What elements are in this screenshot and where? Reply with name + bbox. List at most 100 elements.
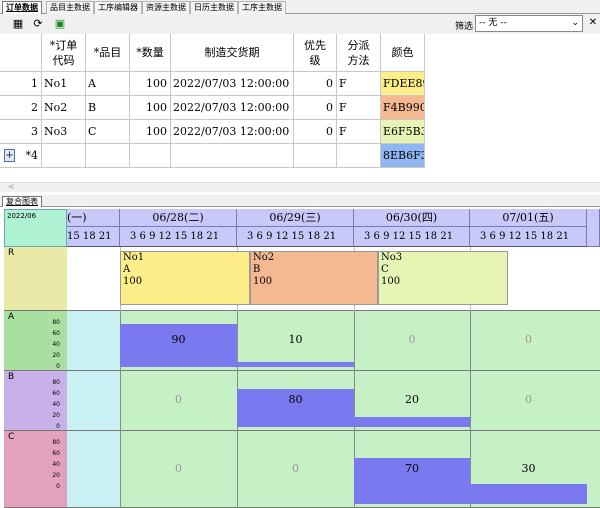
- task-code: No2: [253, 252, 275, 263]
- cell-item[interactable]: A: [86, 72, 130, 96]
- hour-header: 3 6 9 12 15 18 21: [120, 227, 237, 247]
- column-header-item[interactable]: *品目: [86, 34, 130, 72]
- cell-due[interactable]: [171, 144, 294, 168]
- column-header-due[interactable]: 制造交货期: [171, 34, 294, 72]
- day-header: 07/01(五): [470, 209, 587, 227]
- cell-code[interactable]: No2: [42, 96, 86, 120]
- cell-code[interactable]: [42, 144, 86, 168]
- column-header-method[interactable]: 分派 方法: [337, 34, 381, 72]
- filter-select[interactable]: -- 无 -- ⌄: [475, 15, 583, 32]
- cell-item[interactable]: C: [86, 120, 130, 144]
- load-value-label: 80: [288, 393, 303, 406]
- task-bar-No1[interactable]: No1 A 100: [120, 251, 250, 305]
- tab-calendar-master[interactable]: 日历主数据: [190, 1, 238, 14]
- cell-item[interactable]: B: [86, 96, 130, 120]
- y-tick-label: 20: [52, 472, 60, 479]
- gantt-month-label: 2022/06: [7, 212, 37, 220]
- cell-due[interactable]: 2022/07/03 12:00:00: [171, 96, 294, 120]
- column-header-label: 制造交货期: [204, 46, 260, 59]
- row-index[interactable]: 2: [0, 96, 42, 120]
- cell-color[interactable]: F4B990: [381, 96, 425, 120]
- load-value-label: 10: [288, 333, 303, 346]
- task-qty: 100: [123, 276, 143, 287]
- scroll-left-icon[interactable]: <: [8, 182, 15, 191]
- gantt-date-header: 2022/06: [4, 209, 67, 247]
- cell-method[interactable]: F: [337, 96, 381, 120]
- day-header: (一): [67, 209, 120, 227]
- tab-composite-chart[interactable]: 复合图表: [2, 196, 42, 207]
- cell-code[interactable]: No1: [42, 72, 86, 96]
- y-tick-label: 60: [52, 330, 60, 337]
- column-header-label: *品目: [93, 46, 122, 59]
- cell-priority[interactable]: 0: [294, 120, 337, 144]
- grid-horizontal-scrollbar[interactable]: <: [0, 182, 600, 192]
- task-bar-No3[interactable]: No3 C 100: [378, 251, 508, 305]
- cell-qty[interactable]: [130, 144, 171, 168]
- load-value-label: 0: [525, 333, 532, 346]
- hour-header: 3 6 9 12 15 18 21: [470, 227, 587, 247]
- day-header: 06/29(三): [237, 209, 354, 227]
- column-header-code[interactable]: *订单 代码: [42, 34, 86, 72]
- load-value-label: 0: [292, 461, 299, 475]
- gantt-chart: 2022/06 (一) 15 18 21 06/28(二) 3 6 9 12 15 1…: [0, 207, 600, 508]
- task-item: B: [253, 264, 261, 275]
- load-value-label: 0: [408, 333, 416, 346]
- past-period-area: [67, 371, 120, 431]
- cell-color[interactable]: FDEE89: [381, 72, 425, 96]
- task-bar-No2[interactable]: No2 B 100: [250, 251, 378, 305]
- tab-operation-master[interactable]: 工序主数据: [238, 1, 286, 14]
- filter-label: 筛选: [455, 22, 474, 32]
- cell-priority[interactable]: [294, 144, 337, 168]
- load-value-label: 20: [405, 393, 419, 406]
- tab-process-editor[interactable]: 工序编辑器: [94, 1, 142, 14]
- column-header-qty[interactable]: *数量: [130, 34, 171, 72]
- cell-method[interactable]: F: [337, 120, 381, 144]
- column-header-color[interactable]: 颜色: [381, 34, 425, 72]
- y-tick-label: 80: [52, 319, 60, 326]
- tab-order-data[interactable]: 订单数据: [2, 1, 42, 14]
- column-header-priority[interactable]: 优先 级: [294, 34, 337, 72]
- cell-color[interactable]: E6F5B3: [381, 120, 425, 144]
- cell-color[interactable]: 8EB6F3: [381, 144, 425, 168]
- task-item: C: [381, 264, 389, 275]
- row-index[interactable]: 3: [0, 120, 42, 144]
- load-value-label: 90: [171, 333, 186, 346]
- cell-qty[interactable]: 100: [130, 96, 171, 120]
- load-bar[interactable]: [470, 484, 587, 504]
- y-tick-label: 80: [52, 379, 60, 386]
- day-header-overflow: [587, 209, 600, 247]
- past-period-area: [67, 311, 120, 371]
- resource-label-R[interactable]: R: [4, 247, 67, 311]
- cell-item[interactable]: [86, 144, 130, 168]
- calc-icon[interactable]: ▣: [52, 16, 68, 31]
- chevron-down-icon: ⌄: [571, 18, 579, 28]
- y-tick-label: 60: [52, 390, 60, 397]
- task-code: No3: [381, 252, 403, 263]
- load-bar[interactable]: [237, 362, 354, 367]
- table-icon[interactable]: ▦: [10, 16, 26, 31]
- refresh-icon[interactable]: ⟳: [30, 16, 46, 31]
- cell-priority[interactable]: 0: [294, 72, 337, 96]
- row-index-label: *4: [25, 149, 39, 162]
- cell-due[interactable]: 2022/07/03 12:00:00: [171, 120, 294, 144]
- order-grid: *订单 代码 *品目 *数量 制造交货期 优先 级 分派 方法 颜色 1 No1…: [0, 34, 600, 182]
- cell-priority[interactable]: 0: [294, 96, 337, 120]
- task-qty: 100: [381, 276, 401, 287]
- cell-method[interactable]: F: [337, 72, 381, 96]
- load-bar[interactable]: [354, 417, 470, 427]
- tab-resource-master[interactable]: 资源主数据: [142, 1, 190, 14]
- tab-item-master[interactable]: 品目主数据: [46, 1, 94, 14]
- add-row-icon[interactable]: +: [4, 149, 15, 162]
- row-index-new[interactable]: + *4: [0, 144, 42, 168]
- cell-code[interactable]: No3: [42, 120, 86, 144]
- row-index[interactable]: 1: [0, 72, 42, 96]
- y-tick-label: 20: [52, 352, 60, 359]
- cell-due[interactable]: 2022/07/03 12:00:00: [171, 72, 294, 96]
- cell-qty[interactable]: 100: [130, 120, 171, 144]
- column-header-label: *数量: [136, 46, 164, 59]
- y-tick-label: 80: [52, 439, 60, 446]
- cell-method[interactable]: [337, 144, 381, 168]
- cell-qty[interactable]: 100: [130, 72, 171, 96]
- y-tick-label: 40: [52, 401, 60, 408]
- close-icon[interactable]: ✕: [588, 17, 598, 29]
